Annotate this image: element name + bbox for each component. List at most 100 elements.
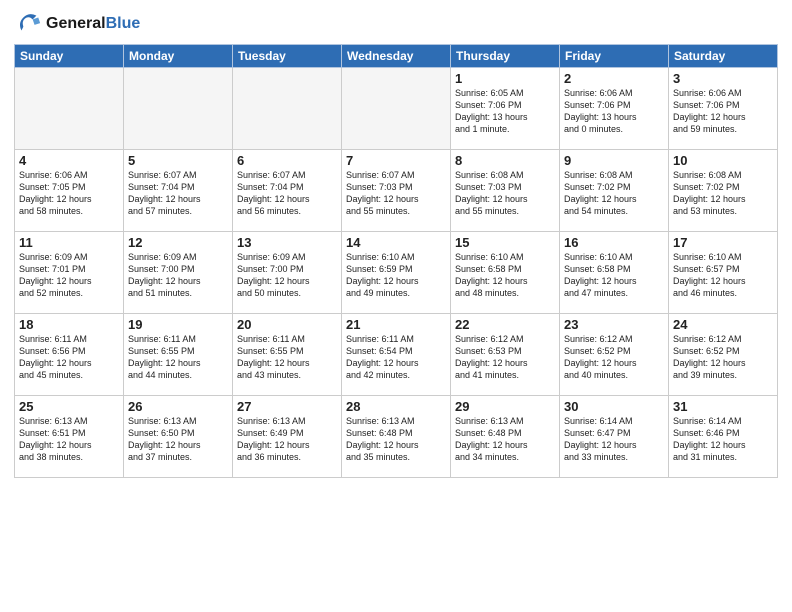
cell-info: Sunrise: 6:13 AM Sunset: 6:48 PM Dayligh…: [346, 415, 446, 464]
day-number: 14: [346, 235, 446, 250]
calendar-cell: 12Sunrise: 6:09 AM Sunset: 7:00 PM Dayli…: [124, 232, 233, 314]
cell-info: Sunrise: 6:07 AM Sunset: 7:03 PM Dayligh…: [346, 169, 446, 218]
cell-info: Sunrise: 6:11 AM Sunset: 6:55 PM Dayligh…: [128, 333, 228, 382]
calendar-cell: 11Sunrise: 6:09 AM Sunset: 7:01 PM Dayli…: [15, 232, 124, 314]
calendar-cell: 23Sunrise: 6:12 AM Sunset: 6:52 PM Dayli…: [560, 314, 669, 396]
cell-info: Sunrise: 6:13 AM Sunset: 6:48 PM Dayligh…: [455, 415, 555, 464]
cell-info: Sunrise: 6:10 AM Sunset: 6:58 PM Dayligh…: [455, 251, 555, 300]
calendar-cell: [342, 68, 451, 150]
logo-icon: [14, 10, 42, 38]
cell-info: Sunrise: 6:06 AM Sunset: 7:06 PM Dayligh…: [564, 87, 664, 136]
day-number: 25: [19, 399, 119, 414]
day-header-tuesday: Tuesday: [233, 45, 342, 68]
calendar-cell: 4Sunrise: 6:06 AM Sunset: 7:05 PM Daylig…: [15, 150, 124, 232]
day-number: 29: [455, 399, 555, 414]
day-number: 13: [237, 235, 337, 250]
day-number: 10: [673, 153, 773, 168]
day-number: 24: [673, 317, 773, 332]
calendar-cell: 18Sunrise: 6:11 AM Sunset: 6:56 PM Dayli…: [15, 314, 124, 396]
header: GeneralBlue: [14, 10, 778, 38]
calendar-week-4: 25Sunrise: 6:13 AM Sunset: 6:51 PM Dayli…: [15, 396, 778, 478]
cell-info: Sunrise: 6:13 AM Sunset: 6:50 PM Dayligh…: [128, 415, 228, 464]
calendar-table: SundayMondayTuesdayWednesdayThursdayFrid…: [14, 44, 778, 478]
cell-info: Sunrise: 6:11 AM Sunset: 6:54 PM Dayligh…: [346, 333, 446, 382]
day-header-saturday: Saturday: [669, 45, 778, 68]
day-header-thursday: Thursday: [451, 45, 560, 68]
day-header-wednesday: Wednesday: [342, 45, 451, 68]
calendar-cell: 25Sunrise: 6:13 AM Sunset: 6:51 PM Dayli…: [15, 396, 124, 478]
calendar-cell: 7Sunrise: 6:07 AM Sunset: 7:03 PM Daylig…: [342, 150, 451, 232]
calendar-cell: 3Sunrise: 6:06 AM Sunset: 7:06 PM Daylig…: [669, 68, 778, 150]
calendar-cell: 8Sunrise: 6:08 AM Sunset: 7:03 PM Daylig…: [451, 150, 560, 232]
cell-info: Sunrise: 6:10 AM Sunset: 6:57 PM Dayligh…: [673, 251, 773, 300]
calendar-cell: 28Sunrise: 6:13 AM Sunset: 6:48 PM Dayli…: [342, 396, 451, 478]
calendar-header-row: SundayMondayTuesdayWednesdayThursdayFrid…: [15, 45, 778, 68]
calendar-cell: 27Sunrise: 6:13 AM Sunset: 6:49 PM Dayli…: [233, 396, 342, 478]
calendar-cell: 2Sunrise: 6:06 AM Sunset: 7:06 PM Daylig…: [560, 68, 669, 150]
cell-info: Sunrise: 6:08 AM Sunset: 7:02 PM Dayligh…: [564, 169, 664, 218]
calendar-cell: 1Sunrise: 6:05 AM Sunset: 7:06 PM Daylig…: [451, 68, 560, 150]
calendar-cell: 24Sunrise: 6:12 AM Sunset: 6:52 PM Dayli…: [669, 314, 778, 396]
calendar-cell: 20Sunrise: 6:11 AM Sunset: 6:55 PM Dayli…: [233, 314, 342, 396]
cell-info: Sunrise: 6:10 AM Sunset: 6:59 PM Dayligh…: [346, 251, 446, 300]
day-number: 31: [673, 399, 773, 414]
calendar-cell: 26Sunrise: 6:13 AM Sunset: 6:50 PM Dayli…: [124, 396, 233, 478]
cell-info: Sunrise: 6:12 AM Sunset: 6:52 PM Dayligh…: [564, 333, 664, 382]
calendar-cell: 31Sunrise: 6:14 AM Sunset: 6:46 PM Dayli…: [669, 396, 778, 478]
calendar-cell: 17Sunrise: 6:10 AM Sunset: 6:57 PM Dayli…: [669, 232, 778, 314]
calendar-cell: 15Sunrise: 6:10 AM Sunset: 6:58 PM Dayli…: [451, 232, 560, 314]
calendar-cell: 30Sunrise: 6:14 AM Sunset: 6:47 PM Dayli…: [560, 396, 669, 478]
day-number: 20: [237, 317, 337, 332]
logo-text: GeneralBlue: [46, 15, 140, 33]
day-number: 30: [564, 399, 664, 414]
day-number: 8: [455, 153, 555, 168]
cell-info: Sunrise: 6:14 AM Sunset: 6:46 PM Dayligh…: [673, 415, 773, 464]
day-number: 2: [564, 71, 664, 86]
cell-info: Sunrise: 6:11 AM Sunset: 6:55 PM Dayligh…: [237, 333, 337, 382]
day-number: 28: [346, 399, 446, 414]
day-number: 11: [19, 235, 119, 250]
day-number: 16: [564, 235, 664, 250]
cell-info: Sunrise: 6:09 AM Sunset: 7:01 PM Dayligh…: [19, 251, 119, 300]
cell-info: Sunrise: 6:08 AM Sunset: 7:02 PM Dayligh…: [673, 169, 773, 218]
day-number: 23: [564, 317, 664, 332]
calendar-cell: 14Sunrise: 6:10 AM Sunset: 6:59 PM Dayli…: [342, 232, 451, 314]
day-header-friday: Friday: [560, 45, 669, 68]
calendar-cell: 22Sunrise: 6:12 AM Sunset: 6:53 PM Dayli…: [451, 314, 560, 396]
day-number: 12: [128, 235, 228, 250]
calendar-week-1: 4Sunrise: 6:06 AM Sunset: 7:05 PM Daylig…: [15, 150, 778, 232]
cell-info: Sunrise: 6:05 AM Sunset: 7:06 PM Dayligh…: [455, 87, 555, 136]
cell-info: Sunrise: 6:13 AM Sunset: 6:49 PM Dayligh…: [237, 415, 337, 464]
cell-info: Sunrise: 6:07 AM Sunset: 7:04 PM Dayligh…: [128, 169, 228, 218]
calendar-cell: 9Sunrise: 6:08 AM Sunset: 7:02 PM Daylig…: [560, 150, 669, 232]
calendar-cell: 6Sunrise: 6:07 AM Sunset: 7:04 PM Daylig…: [233, 150, 342, 232]
cell-info: Sunrise: 6:06 AM Sunset: 7:05 PM Dayligh…: [19, 169, 119, 218]
calendar-cell: [124, 68, 233, 150]
calendar-cell: 16Sunrise: 6:10 AM Sunset: 6:58 PM Dayli…: [560, 232, 669, 314]
cell-info: Sunrise: 6:13 AM Sunset: 6:51 PM Dayligh…: [19, 415, 119, 464]
calendar-cell: [15, 68, 124, 150]
calendar-cell: 13Sunrise: 6:09 AM Sunset: 7:00 PM Dayli…: [233, 232, 342, 314]
day-number: 15: [455, 235, 555, 250]
calendar-cell: 5Sunrise: 6:07 AM Sunset: 7:04 PM Daylig…: [124, 150, 233, 232]
day-number: 6: [237, 153, 337, 168]
day-number: 27: [237, 399, 337, 414]
calendar-week-0: 1Sunrise: 6:05 AM Sunset: 7:06 PM Daylig…: [15, 68, 778, 150]
day-number: 3: [673, 71, 773, 86]
calendar-cell: 29Sunrise: 6:13 AM Sunset: 6:48 PM Dayli…: [451, 396, 560, 478]
cell-info: Sunrise: 6:08 AM Sunset: 7:03 PM Dayligh…: [455, 169, 555, 218]
day-number: 7: [346, 153, 446, 168]
day-number: 1: [455, 71, 555, 86]
day-number: 26: [128, 399, 228, 414]
day-number: 21: [346, 317, 446, 332]
calendar-cell: 19Sunrise: 6:11 AM Sunset: 6:55 PM Dayli…: [124, 314, 233, 396]
cell-info: Sunrise: 6:12 AM Sunset: 6:53 PM Dayligh…: [455, 333, 555, 382]
logo: GeneralBlue: [14, 10, 140, 38]
day-number: 18: [19, 317, 119, 332]
day-number: 4: [19, 153, 119, 168]
day-header-sunday: Sunday: [15, 45, 124, 68]
cell-info: Sunrise: 6:07 AM Sunset: 7:04 PM Dayligh…: [237, 169, 337, 218]
calendar-week-2: 11Sunrise: 6:09 AM Sunset: 7:01 PM Dayli…: [15, 232, 778, 314]
cell-info: Sunrise: 6:11 AM Sunset: 6:56 PM Dayligh…: [19, 333, 119, 382]
cell-info: Sunrise: 6:09 AM Sunset: 7:00 PM Dayligh…: [237, 251, 337, 300]
